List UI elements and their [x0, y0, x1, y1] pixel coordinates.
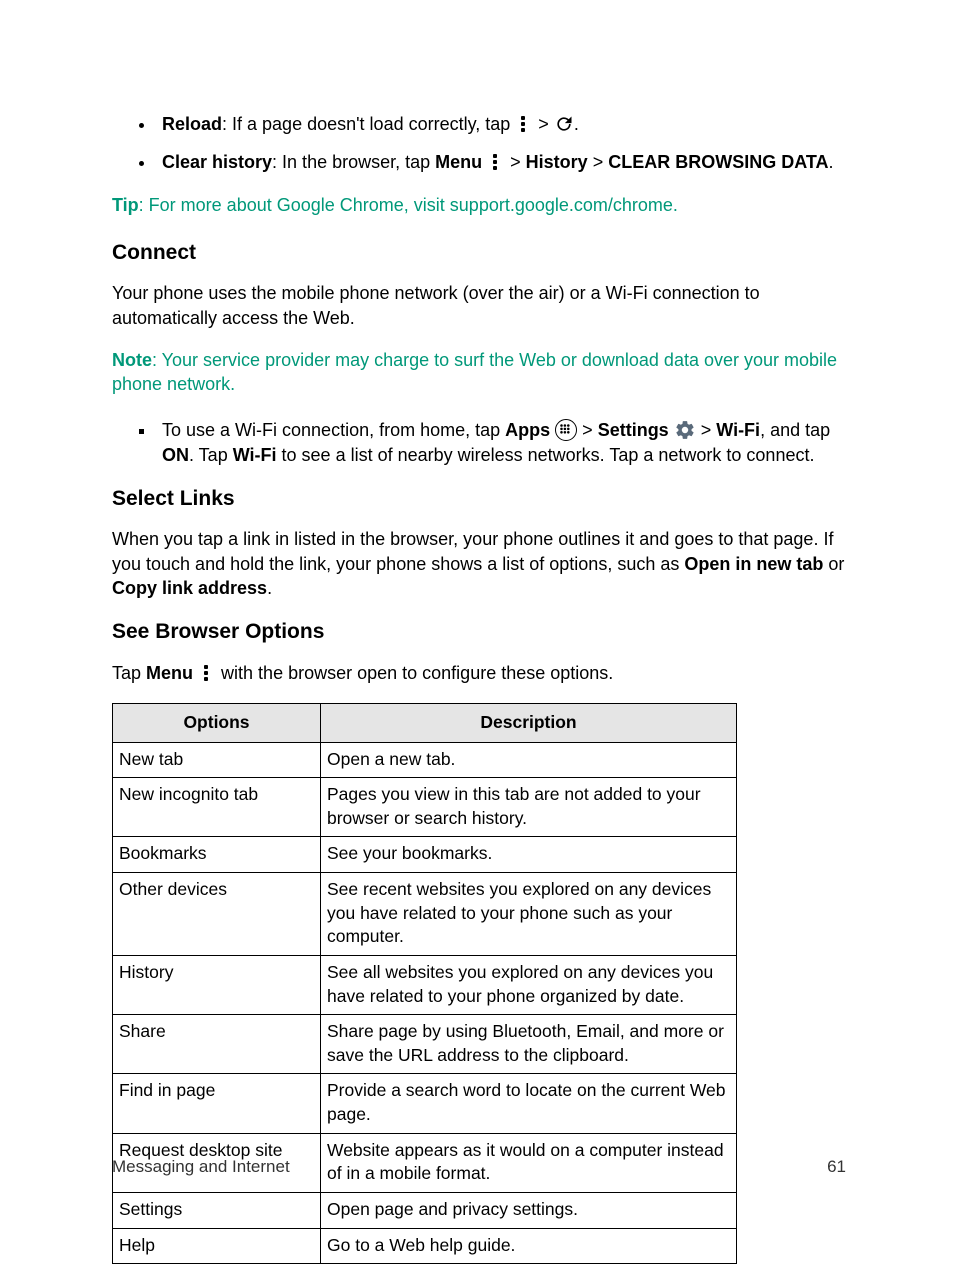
clear-pre: : In the browser, tap	[272, 152, 435, 172]
col-options: Options	[113, 703, 321, 742]
bullet-clear-history: Clear history: In the browser, tap Menu …	[156, 150, 846, 174]
tip-link[interactable]: support.google.com/chrome	[450, 195, 673, 215]
connect-note: Note: Your service provider may charge t…	[112, 348, 846, 397]
option-description: Share page by using Bluetooth, Email, an…	[321, 1015, 737, 1074]
sl-opt2: Copy link address	[112, 578, 267, 598]
table-row: New tabOpen a new tab.	[113, 742, 737, 778]
col-description: Description	[321, 703, 737, 742]
table-row: BookmarksSee your bookmarks.	[113, 837, 737, 873]
settings-label: Settings	[598, 420, 669, 440]
table-header-row: Options Description	[113, 703, 737, 742]
gt2: >	[696, 420, 717, 440]
option-name: Help	[113, 1228, 321, 1264]
after-on: . Tap	[189, 445, 233, 465]
option-description: Open a new tab.	[321, 742, 737, 778]
bo-post: with the browser open to configure these…	[216, 663, 613, 683]
options-table: Options Description New tabOpen a new ta…	[112, 703, 737, 1264]
bo-menu: Menu	[146, 663, 193, 683]
clear-hist: History	[526, 152, 588, 172]
table-row: Other devicesSee recent websites you exp…	[113, 873, 737, 956]
connect-list: To use a Wi-Fi connection, from home, ta…	[112, 418, 846, 467]
option-name: History	[113, 955, 321, 1014]
tip-end: .	[673, 195, 678, 215]
on-label: ON	[162, 445, 189, 465]
clear-gt1: >	[505, 152, 526, 172]
option-name: Bookmarks	[113, 837, 321, 873]
bullet-reload: Reload: If a page doesn't load correctly…	[156, 112, 846, 136]
page: Reload: If a page doesn't load correctly…	[0, 0, 954, 1235]
tip: Tip: For more about Google Chrome, visit…	[112, 193, 846, 217]
top-bullets: Reload: If a page doesn't load correctly…	[112, 112, 846, 175]
clear-data: CLEAR BROWSING DATA	[608, 152, 828, 172]
option-description: See your bookmarks.	[321, 837, 737, 873]
menu-icon	[487, 153, 505, 171]
option-name: New tab	[113, 742, 321, 778]
bo-pre: Tap	[112, 663, 146, 683]
sl-opt1: Open in new tab	[684, 554, 823, 574]
option-description: Open page and privacy settings.	[321, 1192, 737, 1228]
sl-end: .	[267, 578, 272, 598]
clear-menu: Menu	[435, 152, 482, 172]
footer: Messaging and Internet 61	[112, 1156, 846, 1179]
option-description: See all websites you explored on any dev…	[321, 955, 737, 1014]
table-row: New incognito tabPages you view in this …	[113, 778, 737, 837]
reload-end: .	[574, 114, 579, 134]
reload-label: Reload	[162, 114, 222, 134]
wifi-pre: To use a Wi-Fi connection, from home, ta…	[162, 420, 505, 440]
menu-icon	[198, 664, 216, 682]
tip-text: : For more about Google Chrome, visit	[139, 195, 450, 215]
option-name: Settings	[113, 1192, 321, 1228]
option-name: Share	[113, 1015, 321, 1074]
footer-page: 61	[827, 1156, 846, 1179]
option-description: Provide a search word to locate on the c…	[321, 1074, 737, 1133]
table-row: SettingsOpen page and privacy settings.	[113, 1192, 737, 1228]
settings-icon	[674, 419, 696, 441]
refresh-icon	[554, 114, 574, 134]
wifi-tail: to see a list of nearby wireless network…	[277, 445, 815, 465]
option-description: See recent websites you explored on any …	[321, 873, 737, 956]
clear-end: .	[829, 152, 834, 172]
apps-label: Apps	[505, 420, 550, 440]
option-description: Pages you view in this tab are not added…	[321, 778, 737, 837]
apps-icon	[555, 419, 577, 441]
table-row: ShareShare page by using Bluetooth, Emai…	[113, 1015, 737, 1074]
browser-options-intro: Tap Menu with the browser open to config…	[112, 661, 846, 685]
tip-label: Tip	[112, 195, 139, 215]
connect-wifi-item: To use a Wi-Fi connection, from home, ta…	[156, 418, 846, 467]
option-name: Other devices	[113, 873, 321, 956]
gt1: >	[577, 420, 598, 440]
heading-connect: Connect	[112, 239, 846, 267]
table-row: HistorySee all websites you explored on …	[113, 955, 737, 1014]
connect-p1: Your phone uses the mobile phone network…	[112, 281, 846, 330]
note-label: Note	[112, 350, 152, 370]
clear-label: Clear history	[162, 152, 272, 172]
wifi-label: Wi-Fi	[716, 420, 760, 440]
table-row: Find in pageProvide a search word to loc…	[113, 1074, 737, 1133]
option-name: New incognito tab	[113, 778, 321, 837]
option-description: Go to a Web help guide.	[321, 1228, 737, 1264]
note-text: : Your service provider may charge to su…	[112, 350, 837, 394]
heading-select-links: Select Links	[112, 485, 846, 513]
wifi2-label: Wi-Fi	[233, 445, 277, 465]
footer-section: Messaging and Internet	[112, 1156, 290, 1179]
select-links-p: When you tap a link in listed in the bro…	[112, 527, 846, 600]
wifi-mid: , and tap	[760, 420, 830, 440]
heading-browser-options: See Browser Options	[112, 618, 846, 646]
table-row: HelpGo to a Web help guide.	[113, 1228, 737, 1264]
clear-gt2: >	[588, 152, 609, 172]
menu-icon	[515, 115, 533, 133]
sl-or: or	[823, 554, 844, 574]
option-name: Find in page	[113, 1074, 321, 1133]
reload-text: : If a page doesn't load correctly, tap	[222, 114, 515, 134]
